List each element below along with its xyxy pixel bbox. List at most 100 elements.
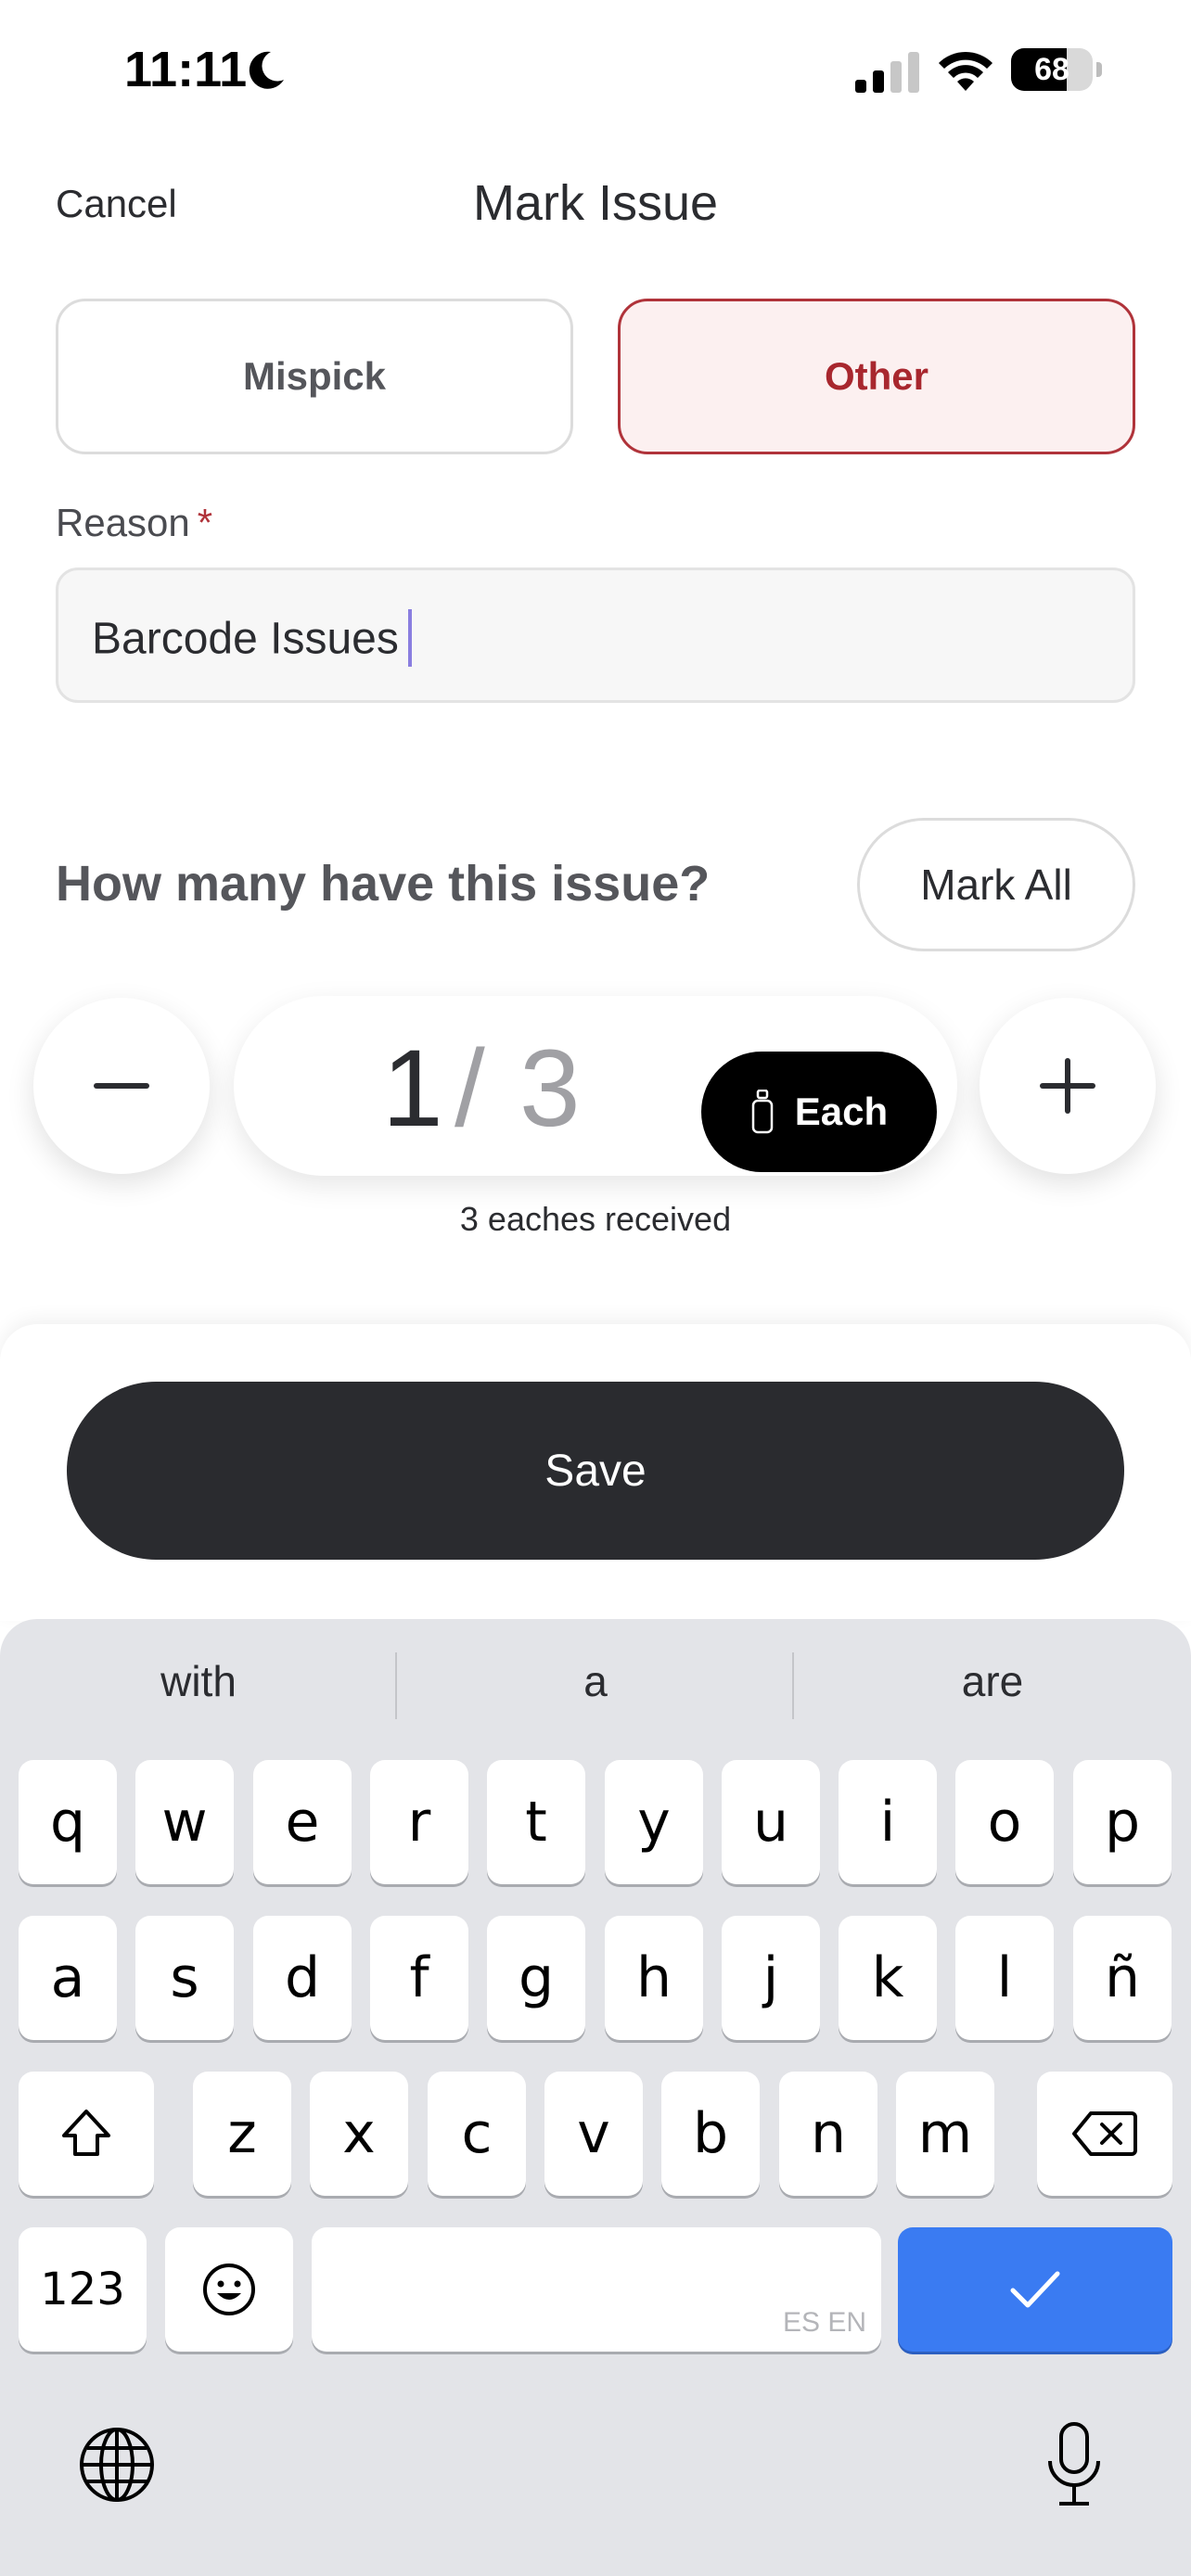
required-indicator: * xyxy=(197,501,213,544)
suggestion-item[interactable]: are xyxy=(794,1656,1191,1706)
key-letter[interactable]: b xyxy=(661,2072,760,2196)
mark-all-label: Mark All xyxy=(920,861,1072,909)
page-title: Mark Issue xyxy=(472,175,719,231)
wifi-icon xyxy=(939,51,992,91)
key-letter-label: s xyxy=(170,1945,199,2010)
key-letter[interactable]: j xyxy=(722,1916,820,2040)
key-letter-label: d xyxy=(284,1945,321,2010)
key-letter-label: c xyxy=(461,2101,493,2166)
status-time: 11:11 xyxy=(124,42,248,97)
text-caret xyxy=(407,609,412,667)
key-letter[interactable]: h xyxy=(605,1916,703,2040)
shift-key[interactable] xyxy=(19,2072,154,2196)
quantity-value: 1 xyxy=(382,1027,443,1150)
key-letter[interactable]: i xyxy=(839,1760,937,1884)
mispick-option-button[interactable]: Mispick xyxy=(56,299,573,454)
received-caption: 3 eaches received xyxy=(459,1200,732,1238)
microphone-icon[interactable] xyxy=(1044,2420,1104,2509)
quantity-separator: / xyxy=(455,1027,485,1150)
suggestion-bar: with a are xyxy=(0,1619,1191,1740)
minus-icon xyxy=(94,1083,149,1089)
key-letter-label: u xyxy=(752,1790,789,1855)
reason-label-text: Reason xyxy=(56,501,190,544)
key-letter-label: w xyxy=(161,1790,208,1855)
key-letter-label: q xyxy=(49,1790,86,1855)
battery-level-text: 68 xyxy=(1034,52,1069,87)
key-letter-label: a xyxy=(50,1945,85,2010)
key-letter[interactable]: d xyxy=(253,1916,352,2040)
key-letter[interactable]: r xyxy=(370,1760,468,1884)
key-letter[interactable]: x xyxy=(310,2072,408,2196)
key-letter[interactable]: u xyxy=(722,1760,820,1884)
key-letter[interactable]: a xyxy=(19,1916,117,2040)
battery-indicator: 68 xyxy=(1011,48,1102,91)
key-letter[interactable]: t xyxy=(487,1760,585,1884)
key-letter[interactable]: l xyxy=(955,1916,1054,2040)
key-letter[interactable]: o xyxy=(955,1760,1054,1884)
key-letter-label: j xyxy=(762,1945,779,2010)
quantity-question: How many have this issue? xyxy=(56,856,711,912)
key-letter[interactable]: q xyxy=(19,1760,117,1884)
reason-input-value-wrap: Barcode Issues xyxy=(92,609,412,670)
key-letter-label: ñ xyxy=(1104,1945,1141,2010)
key-letter[interactable]: w xyxy=(135,1760,234,1884)
key-letter-label: n xyxy=(810,2101,847,2166)
reason-input-value: Barcode Issues xyxy=(92,614,399,664)
mark-all-button[interactable]: Mark All xyxy=(857,818,1135,951)
key-letter-label: e xyxy=(285,1790,320,1855)
key-letter-label: r xyxy=(407,1790,431,1855)
key-letter-label: p xyxy=(1104,1790,1141,1855)
save-label: Save xyxy=(544,1446,647,1496)
key-letter-label: t xyxy=(525,1790,547,1855)
emoji-key[interactable] xyxy=(165,2227,293,2352)
suggestion-item[interactable]: a xyxy=(397,1656,794,1706)
key-letter[interactable]: e xyxy=(253,1760,352,1884)
key-letter-label: i xyxy=(879,1790,896,1855)
key-letter-label: f xyxy=(409,1945,429,2010)
status-bar: 11:11 68 xyxy=(0,0,1191,139)
key-letter[interactable]: c xyxy=(428,2072,526,2196)
globe-icon[interactable] xyxy=(78,2426,156,2504)
key-letter[interactable]: n xyxy=(779,2072,877,2196)
space-key[interactable]: ES EN xyxy=(312,2227,881,2352)
cellular-signal-icon xyxy=(855,52,919,93)
reason-label: Reason * xyxy=(56,501,212,545)
unit-label: Each xyxy=(794,1090,889,1133)
key-letter-label: m xyxy=(917,2101,973,2166)
keyboard: with a are q w e r t y u i o p a s d f g h j k l ñ z x c v b n m 12… xyxy=(0,1619,1191,2576)
unit-selector-button[interactable]: Each xyxy=(701,1052,937,1172)
plus-icon xyxy=(1040,1058,1095,1114)
key-letter-label: o xyxy=(987,1790,1022,1855)
other-option-label: Other xyxy=(824,354,928,398)
key-letter-label: l xyxy=(996,1945,1013,2010)
key-letter-label: x xyxy=(342,2101,376,2166)
key-letter[interactable]: g xyxy=(487,1916,585,2040)
key-letter-label: b xyxy=(692,2101,729,2166)
key-letter[interactable]: y xyxy=(605,1760,703,1884)
key-letter[interactable]: k xyxy=(839,1916,937,2040)
other-option-button[interactable]: Other xyxy=(618,299,1135,454)
backspace-key[interactable] xyxy=(1037,2072,1172,2196)
key-letter[interactable]: v xyxy=(544,2072,643,2196)
done-key[interactable] xyxy=(898,2227,1172,2352)
bottle-icon xyxy=(751,1090,774,1134)
key-letter-label: z xyxy=(227,2101,257,2166)
key-letter[interactable]: f xyxy=(370,1916,468,2040)
key-letter[interactable]: p xyxy=(1073,1760,1172,1884)
emoji-icon xyxy=(203,2264,255,2315)
key-letter[interactable]: z xyxy=(193,2072,291,2196)
numbers-key[interactable]: 123 xyxy=(19,2227,147,2352)
space-language-label: ES EN xyxy=(782,2307,866,2338)
checkmark-icon xyxy=(1010,2271,1060,2308)
increment-button[interactable] xyxy=(980,998,1156,1174)
moon-icon xyxy=(249,51,284,89)
save-button[interactable]: Save xyxy=(67,1382,1124,1560)
decrement-button[interactable] xyxy=(33,998,210,1174)
shift-icon xyxy=(62,2110,110,2156)
key-letter-label: h xyxy=(635,1945,672,2010)
key-letter[interactable]: ñ xyxy=(1073,1916,1172,2040)
reason-input[interactable]: Barcode Issues xyxy=(56,567,1135,703)
key-letter[interactable]: m xyxy=(896,2072,994,2196)
key-letter[interactable]: s xyxy=(135,1916,234,2040)
suggestion-item[interactable]: with xyxy=(0,1656,397,1706)
